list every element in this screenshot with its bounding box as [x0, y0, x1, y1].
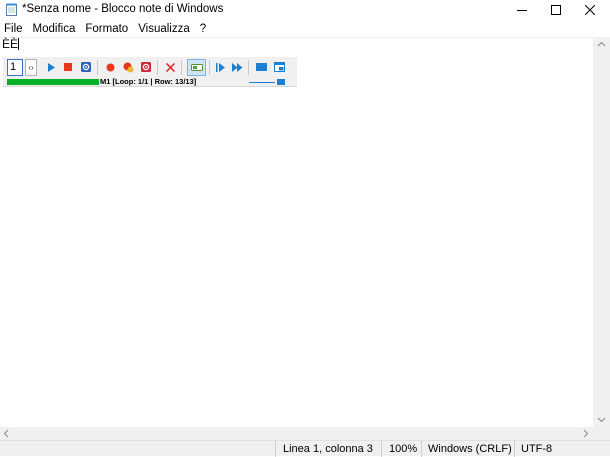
compact-view-icon: [255, 63, 267, 71]
scrollbar-corner: [593, 427, 610, 440]
vertical-scrollbar[interactable]: [593, 37, 610, 427]
editor-text-area[interactable]: ÈÈ: [2, 37, 20, 51]
delete-button[interactable]: [163, 60, 177, 74]
minimize-button[interactable]: [505, 0, 539, 20]
record-mouse-icon: [123, 62, 133, 72]
play-button[interactable]: [44, 60, 58, 74]
status-separator: [275, 441, 276, 457]
fast-play-button[interactable]: [230, 60, 244, 74]
encoding: UTF-8: [521, 443, 553, 455]
editor-top-border: [0, 37, 610, 38]
mini-indicator-line: [249, 82, 275, 83]
window-title: *Senza nome - Blocco note di Windows: [22, 3, 224, 15]
menu-visualizza[interactable]: Visualizza: [133, 20, 195, 38]
macro-toolbar: 1 ‹› M1 [Loop: 1/1 | Row: 13/13]: [3, 57, 297, 87]
spinner-arrows-icon: ‹›: [28, 63, 34, 72]
macro-number-spinner[interactable]: ‹›: [25, 59, 37, 76]
status-separator: [421, 441, 422, 457]
fast-play-icon: [231, 62, 242, 72]
scroll-left-arrow-icon[interactable]: [3, 429, 9, 438]
close-icon: [585, 5, 595, 15]
status-bar: Linea 1, colonna 3 100% Windows (CRLF) U…: [0, 440, 610, 457]
window-button[interactable]: [272, 60, 286, 74]
maximize-icon: [551, 5, 561, 15]
toolbar-separator: [181, 60, 182, 75]
notepad-app-icon: [6, 3, 17, 16]
line-endings: Windows (CRLF): [428, 443, 512, 455]
record-mouse-button[interactable]: [121, 60, 135, 74]
title-bar: *Senza nome - Blocco note di Windows: [0, 0, 610, 20]
close-button[interactable]: [573, 0, 607, 20]
zoom-level: 100%: [389, 443, 418, 455]
compact-view-button[interactable]: [254, 60, 268, 74]
toolbar-separator: [157, 60, 158, 75]
status-separator: [514, 441, 515, 457]
macro-progress-bar: [7, 79, 99, 85]
toolbar-separator: [209, 60, 210, 75]
step-icon: [215, 62, 225, 72]
settings-gear-icon: [81, 62, 91, 72]
toolbar-separator: [248, 60, 249, 75]
stop-button[interactable]: [61, 60, 75, 74]
status-separator: [381, 441, 382, 457]
delete-icon: [165, 62, 175, 72]
text-caret: [18, 38, 20, 50]
scroll-up-arrow-icon[interactable]: [597, 41, 606, 47]
menu-help[interactable]: ?: [195, 20, 211, 38]
window-icon: [273, 62, 285, 72]
maximize-button[interactable]: [539, 0, 573, 20]
toggle-mode-button[interactable]: [187, 59, 206, 76]
menu-formato[interactable]: Formato: [80, 20, 133, 38]
macro-progress-fill: [7, 79, 99, 85]
editor-content: ÈÈ: [2, 37, 19, 51]
scroll-down-arrow-icon[interactable]: [597, 417, 606, 423]
macro-number-field[interactable]: 1: [7, 59, 23, 76]
settings-button[interactable]: [79, 60, 93, 74]
step-button[interactable]: [213, 60, 227, 74]
play-icon: [47, 62, 55, 72]
minimize-icon: [517, 10, 527, 11]
horizontal-scrollbar[interactable]: [0, 427, 593, 440]
scroll-right-arrow-icon[interactable]: [583, 429, 589, 438]
stop-icon: [64, 63, 72, 71]
mini-indicator-square: [277, 79, 285, 85]
toggle-mode-icon: [190, 64, 203, 71]
menu-modifica[interactable]: Modifica: [28, 20, 81, 38]
cursor-position: Linea 1, colonna 3: [283, 443, 373, 455]
record-icon: [106, 63, 114, 71]
record-settings-icon: [141, 62, 151, 72]
toolbar-separator: [97, 60, 98, 75]
record-button[interactable]: [103, 60, 117, 74]
menu-file[interactable]: File: [0, 20, 28, 38]
macro-status-text: M1 [Loop: 1/1 | Row: 13/13]: [100, 77, 197, 86]
record-settings-button[interactable]: [139, 60, 153, 74]
menu-bar: File Modifica Formato Visualizza ?: [0, 20, 610, 38]
